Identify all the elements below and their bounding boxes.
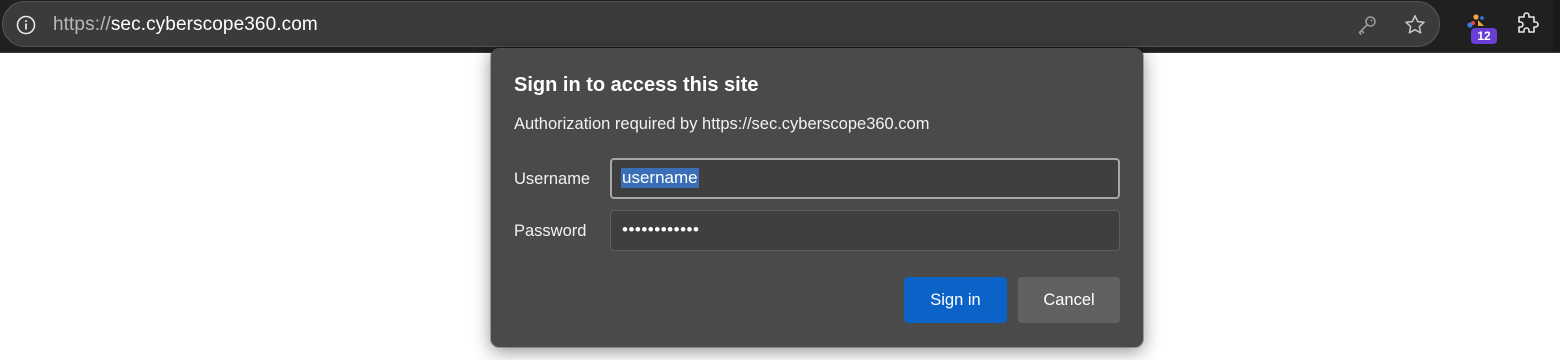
key-icon[interactable]	[1356, 14, 1378, 36]
toolbar-edge	[1553, 0, 1560, 52]
password-value: ••••••••••••	[622, 220, 700, 239]
address-bar[interactable]: https://sec.cyberscope360.com	[2, 1, 1440, 47]
username-label: Username	[514, 170, 591, 188]
cancel-button[interactable]: Cancel	[1018, 277, 1120, 323]
username-value: username	[621, 168, 699, 188]
username-field[interactable]: username	[610, 158, 1120, 199]
password-field[interactable]: ••••••••••••	[610, 210, 1120, 251]
password-label: Password	[514, 222, 587, 240]
url-host: sec.cyberscope360.com	[110, 14, 318, 35]
dialog-title: Sign in to access this site	[514, 74, 759, 96]
sign-in-button[interactable]: Sign in	[904, 277, 1007, 323]
dialog-subtitle: Authorization required by https://sec.cy…	[514, 115, 930, 133]
info-icon[interactable]	[16, 15, 36, 35]
extension-badge: 12	[1471, 28, 1497, 44]
sign-in-dialog: Sign in to access this site Authorizatio…	[491, 48, 1143, 347]
url-scheme: https://	[53, 14, 111, 35]
browser-toolbar: https://sec.cyberscope360.com 12	[0, 0, 1560, 52]
puzzle-icon[interactable]	[1515, 11, 1541, 37]
url-text[interactable]: https://sec.cyberscope360.com	[53, 14, 318, 36]
star-icon[interactable]	[1403, 13, 1427, 37]
